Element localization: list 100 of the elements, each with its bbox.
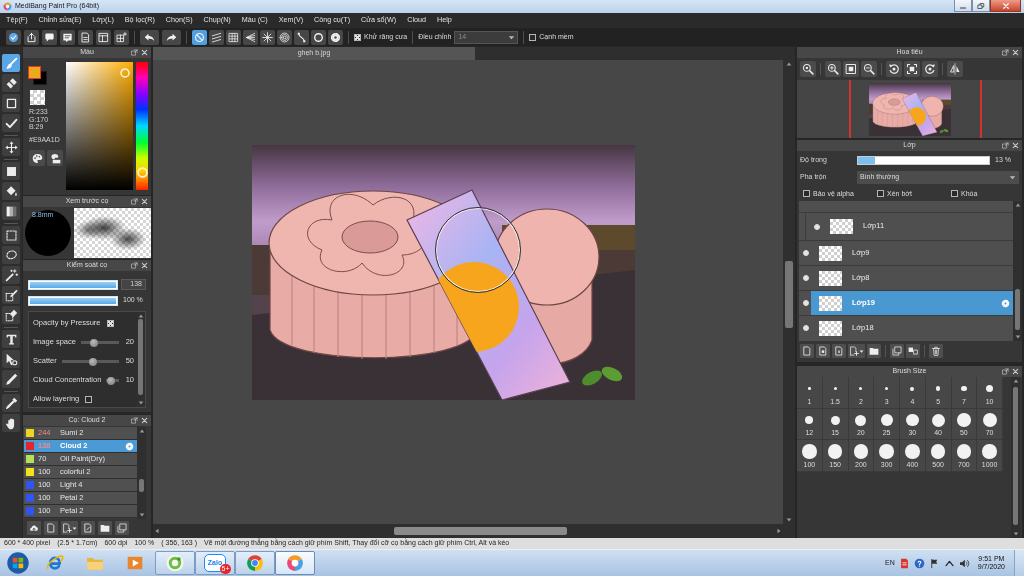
scrollbar-thumb[interactable] xyxy=(1013,386,1018,526)
snap-button[interactable] xyxy=(294,29,309,45)
tool-button[interactable] xyxy=(2,394,20,412)
toolbar-button[interactable] xyxy=(867,344,881,358)
snap-button[interactable] xyxy=(209,29,224,45)
toolbar-button[interactable] xyxy=(114,29,129,45)
vertical-scrollbar[interactable] xyxy=(137,427,146,519)
tool-button[interactable] xyxy=(2,330,20,348)
snap-button[interactable] xyxy=(260,29,275,45)
toolbar-button[interactable] xyxy=(61,521,78,535)
scrollbar-thumb[interactable] xyxy=(1015,288,1020,331)
tool-button[interactable] xyxy=(2,138,20,156)
snap-button[interactable] xyxy=(243,29,258,45)
speaker-icon[interactable] xyxy=(958,557,970,569)
taskbar-app-button[interactable] xyxy=(155,551,195,575)
close-icon[interactable] xyxy=(1012,49,1019,56)
slider-track[interactable] xyxy=(106,376,119,385)
taskbar-app-button[interactable] xyxy=(235,551,275,575)
toolbar-button[interactable] xyxy=(60,29,75,45)
toolbar-button[interactable] xyxy=(861,61,877,77)
slider-thumb[interactable] xyxy=(88,357,97,366)
close-icon[interactable] xyxy=(1012,142,1019,149)
hue-slider-track[interactable] xyxy=(136,62,148,190)
close-icon[interactable] xyxy=(141,198,148,205)
visibility-dot-icon[interactable] xyxy=(803,325,809,331)
tool-button[interactable] xyxy=(2,286,20,304)
close-button[interactable] xyxy=(990,0,1021,12)
slider-thumb[interactable] xyxy=(106,376,115,385)
toolbar-button[interactable] xyxy=(140,29,159,45)
float-window-icon[interactable] xyxy=(1002,368,1009,375)
snap-button[interactable] xyxy=(277,29,292,45)
snap-button[interactable] xyxy=(226,29,241,45)
palette-button[interactable] xyxy=(47,150,63,166)
toolbar-button[interactable] xyxy=(78,29,93,45)
tool-button[interactable] xyxy=(2,370,20,388)
toolbar-button[interactable] xyxy=(922,61,938,77)
tool-button[interactable] xyxy=(2,226,20,244)
taskbar-app-button[interactable] xyxy=(275,551,315,575)
tool-button[interactable] xyxy=(2,246,20,264)
saturation-value-field[interactable] xyxy=(66,62,133,190)
tool-button[interactable] xyxy=(2,182,20,200)
minimize-button[interactable] xyxy=(954,0,972,12)
checkbox[interactable] xyxy=(951,190,958,198)
toolbar-button[interactable] xyxy=(162,29,181,45)
tool-button[interactable] xyxy=(2,350,20,368)
checkbox[interactable] xyxy=(85,396,93,403)
checkbox[interactable] xyxy=(877,190,884,198)
close-icon[interactable] xyxy=(141,262,148,269)
scrollbar-thumb[interactable] xyxy=(394,527,567,535)
help-icon[interactable] xyxy=(913,557,925,569)
horizontal-scrollbar[interactable] xyxy=(153,524,783,538)
visibility-dot-icon[interactable] xyxy=(803,275,809,281)
toolbar-button[interactable] xyxy=(843,61,859,77)
toolbar-button[interactable] xyxy=(96,29,111,45)
tool-button[interactable] xyxy=(2,94,20,112)
scrollbar-thumb[interactable] xyxy=(139,479,144,492)
visibility-dot-icon[interactable] xyxy=(814,223,820,230)
tool-button[interactable] xyxy=(2,162,20,180)
document-icon[interactable] xyxy=(898,557,910,569)
checkbox[interactable] xyxy=(106,320,114,327)
close-icon[interactable] xyxy=(1012,368,1019,375)
toolbar-button[interactable] xyxy=(800,61,816,77)
float-window-icon[interactable] xyxy=(131,417,138,424)
snap-button[interactable] xyxy=(311,29,326,45)
opacity-slider-track[interactable] xyxy=(857,155,990,165)
tool-button[interactable] xyxy=(2,306,20,324)
float-window-icon[interactable] xyxy=(131,262,138,269)
tool-button[interactable] xyxy=(2,74,20,92)
tool-button[interactable] xyxy=(2,414,20,432)
transparent-swatch-icon[interactable] xyxy=(30,90,45,105)
toolbar-button[interactable] xyxy=(98,521,112,535)
float-window-icon[interactable] xyxy=(1002,142,1009,149)
close-icon[interactable] xyxy=(141,49,148,56)
checkbox[interactable] xyxy=(803,190,810,198)
visibility-dot-icon[interactable] xyxy=(803,250,809,256)
color-swatches-icon[interactable] xyxy=(26,66,47,85)
flag-icon[interactable] xyxy=(928,557,940,569)
canvas-viewport[interactable] xyxy=(153,60,783,524)
palette-button[interactable] xyxy=(29,150,45,166)
toolbar-button[interactable] xyxy=(825,61,841,77)
scrollbar-thumb[interactable] xyxy=(785,260,793,328)
slider-thumb[interactable] xyxy=(89,338,98,347)
toolbar-button[interactable] xyxy=(848,344,865,358)
snap-button[interactable] xyxy=(192,29,207,45)
toolbar-button[interactable] xyxy=(904,61,920,77)
tool-button[interactable] xyxy=(2,266,20,284)
float-window-icon[interactable] xyxy=(131,49,138,56)
restore-button[interactable] xyxy=(972,0,990,12)
tool-button[interactable] xyxy=(2,202,20,220)
vertical-scrollbar[interactable] xyxy=(1013,201,1022,341)
tool-button[interactable] xyxy=(2,114,20,132)
visibility-dot-icon[interactable] xyxy=(803,300,809,306)
toolbar-button[interactable] xyxy=(42,29,57,45)
snap-button[interactable] xyxy=(328,29,343,45)
toolbar-button[interactable] xyxy=(886,61,902,77)
scrollbar-thumb[interactable] xyxy=(138,319,143,396)
toolbar-button[interactable] xyxy=(24,29,39,45)
vertical-scrollbar[interactable] xyxy=(136,312,145,407)
float-window-icon[interactable] xyxy=(131,198,138,205)
vertical-scrollbar[interactable] xyxy=(1011,377,1020,538)
